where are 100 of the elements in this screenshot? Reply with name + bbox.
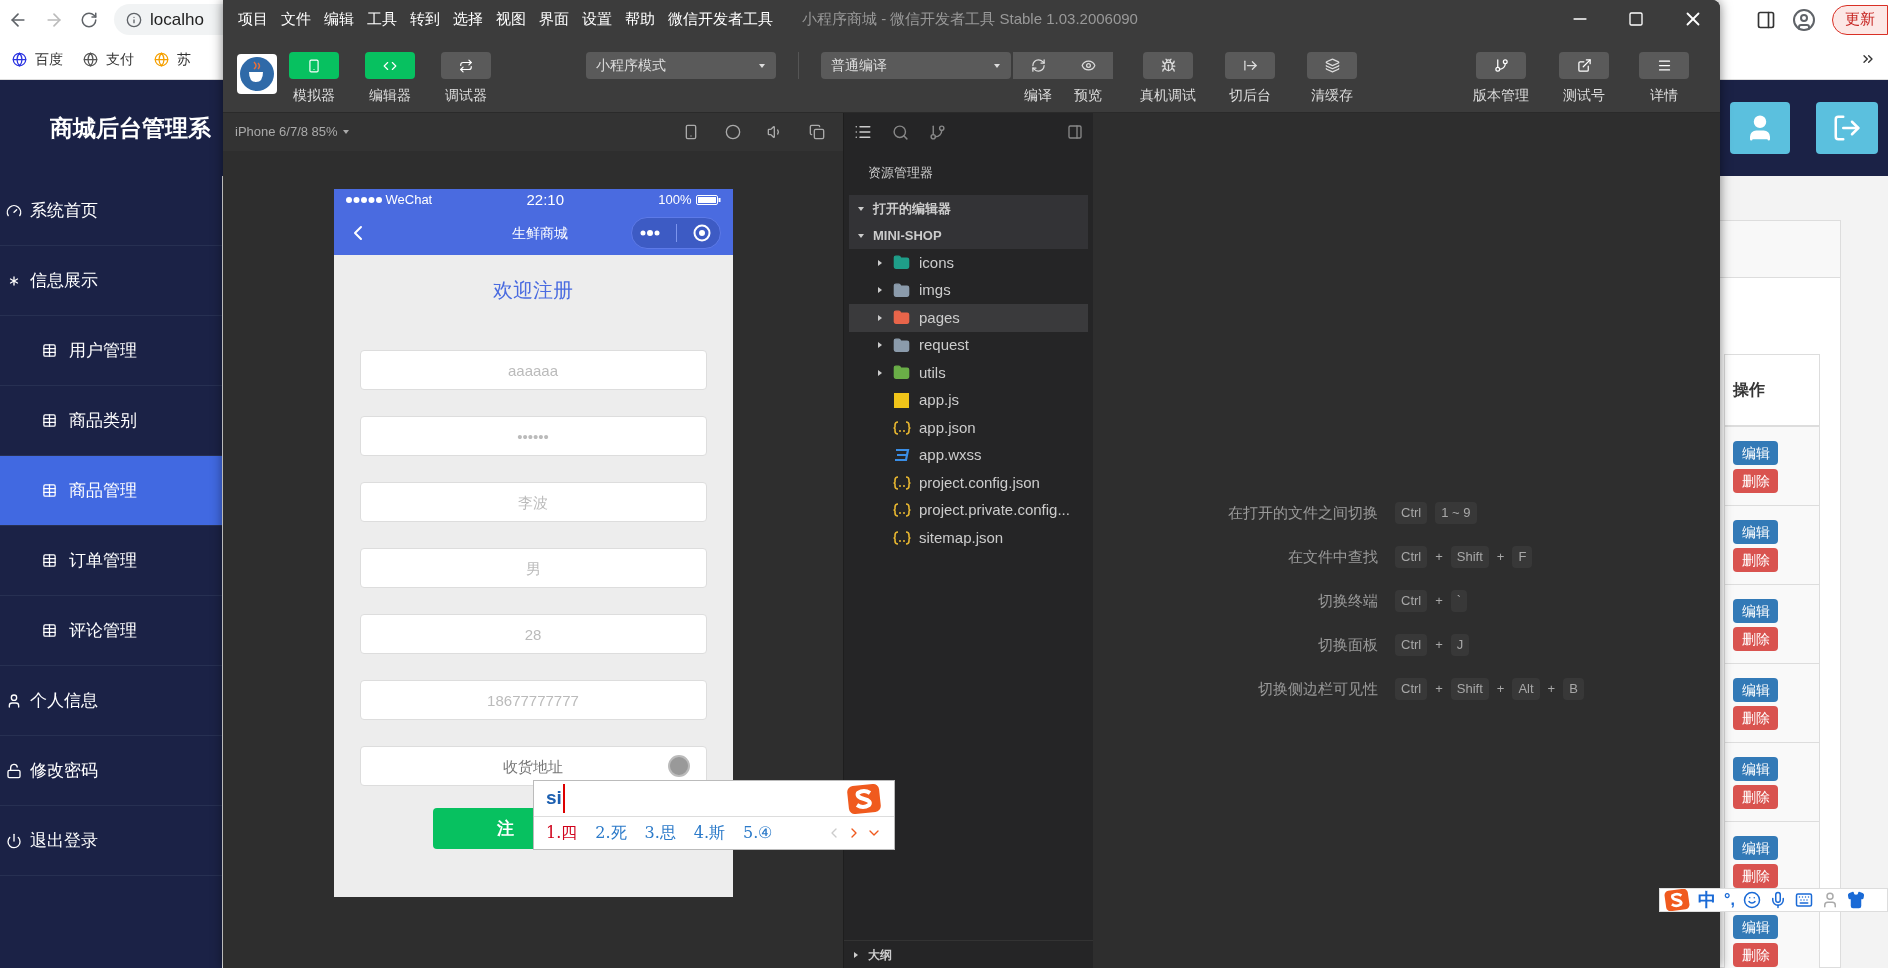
emoji-icon[interactable] xyxy=(1742,891,1761,909)
tree-item[interactable]: project.private.config... xyxy=(849,496,1088,524)
mode-select[interactable]: 小程序模式 xyxy=(586,52,776,79)
table-icon xyxy=(42,623,57,638)
sogou-logo-icon[interactable] xyxy=(1664,889,1690,911)
menu-item[interactable]: 微信开发者工具 xyxy=(668,7,773,31)
menu-item[interactable]: 文件 xyxy=(281,7,311,31)
section-header[interactable]: MINI-SHOP xyxy=(849,222,1088,249)
view-toggle-button[interactable] xyxy=(365,52,415,79)
tree-item[interactable]: app.js xyxy=(849,386,1088,414)
input-field[interactable]: 28 xyxy=(359,614,707,654)
view-toggle-button[interactable] xyxy=(289,52,339,79)
toolbar-button[interactable] xyxy=(1639,52,1689,79)
keyboard-icon[interactable] xyxy=(1794,891,1813,909)
reload-icon[interactable] xyxy=(80,10,98,29)
tree-item[interactable]: imgs xyxy=(849,276,1088,304)
bookmark[interactable]: 百度 xyxy=(12,48,63,70)
tree-item[interactable]: app.json xyxy=(849,414,1088,442)
menu-item[interactable]: 设置 xyxy=(582,7,612,31)
tree-item[interactable]: project.config.json xyxy=(849,469,1088,497)
punctuation-toggle[interactable]: °, xyxy=(1724,888,1735,912)
menu-item[interactable]: 选择 xyxy=(453,7,483,31)
input-mode-toggle[interactable]: 中 xyxy=(1698,886,1716,914)
edit-button[interactable]: 编辑 xyxy=(1733,520,1778,544)
collapse-panel-icon[interactable] xyxy=(1067,124,1083,140)
view-toggle-button[interactable] xyxy=(441,52,491,79)
menu-item[interactable]: 转到 xyxy=(410,7,440,31)
caret-icon xyxy=(758,61,766,70)
edit-button[interactable]: 编辑 xyxy=(1733,678,1778,702)
tree-item[interactable]: icons xyxy=(849,249,1088,277)
chevron-icon xyxy=(876,341,884,350)
key-cap: Alt xyxy=(1512,678,1540,700)
delete-button[interactable]: 删除 xyxy=(1733,706,1778,730)
ime-candidate[interactable]: 2.死 xyxy=(595,821,627,845)
ime-candidate[interactable]: 3.思 xyxy=(644,821,676,845)
menu-item[interactable]: 工具 xyxy=(367,7,397,31)
side-panel-icon[interactable] xyxy=(1756,9,1776,30)
shirt-icon[interactable] xyxy=(1846,891,1865,909)
section-header[interactable]: 打开的编辑器 xyxy=(849,195,1088,222)
input-field[interactable]: 18677777777 xyxy=(359,680,707,720)
menu-item[interactable]: 帮助 xyxy=(625,7,655,31)
edit-button[interactable]: 编辑 xyxy=(1733,757,1778,781)
edit-button[interactable]: 编辑 xyxy=(1733,599,1778,623)
input-field[interactable]: 李波 xyxy=(359,482,707,522)
menu-item[interactable]: 界面 xyxy=(539,7,569,31)
toolbar-button[interactable] xyxy=(1063,52,1113,79)
shortcut-label: 切换面板 xyxy=(1318,634,1378,655)
device-select[interactable]: iPhone 6/7/8 85% xyxy=(235,122,350,142)
eye-icon xyxy=(1080,58,1096,73)
delete-button[interactable]: 删除 xyxy=(1733,785,1778,809)
tree-item[interactable]: pages xyxy=(849,304,1088,332)
phone-icon[interactable] xyxy=(683,124,699,140)
toolbar-button[interactable] xyxy=(1307,52,1357,79)
compile-select[interactable]: 普通编译 xyxy=(821,52,1011,79)
address-bar[interactable]: localho xyxy=(114,4,223,35)
tree-item[interactable]: sitemap.json xyxy=(849,524,1088,552)
bookmark[interactable]: 苏 xyxy=(154,48,191,70)
delete-button[interactable]: 删除 xyxy=(1733,548,1778,572)
toolbar-button[interactable] xyxy=(1013,52,1063,79)
target-icon xyxy=(693,224,712,242)
toolbar-button[interactable] xyxy=(1143,52,1193,79)
profile-icon[interactable] xyxy=(1792,7,1816,32)
search-icon[interactable] xyxy=(892,123,909,141)
branch-icon[interactable] xyxy=(929,123,946,141)
sidebar-item[interactable]: 商品管理 xyxy=(0,456,222,526)
record-icon[interactable] xyxy=(725,124,741,140)
menu-item[interactable]: 项目 xyxy=(238,7,268,31)
edit-button[interactable]: 编辑 xyxy=(1733,441,1778,465)
toolbar-button[interactable] xyxy=(1559,52,1609,79)
tree-item[interactable]: utils xyxy=(849,359,1088,387)
outline-header[interactable]: 大纲 xyxy=(868,945,892,964)
ime-candidate[interactable]: 1.四 xyxy=(546,821,578,845)
menu-item[interactable]: 编辑 xyxy=(324,7,354,31)
ime-candidate[interactable]: 4.斯 xyxy=(693,821,726,845)
edit-button[interactable]: 编辑 xyxy=(1733,836,1778,860)
maximize-icon[interactable] xyxy=(1628,11,1644,27)
input-field[interactable]: 男 xyxy=(359,548,707,588)
globe-icon xyxy=(154,51,169,67)
input-field[interactable]: •••••• xyxy=(359,416,707,456)
tree-item[interactable]: request xyxy=(849,331,1088,359)
update-button[interactable]: 更新 xyxy=(1832,4,1888,35)
bookmark[interactable]: 支付 xyxy=(83,48,134,70)
delete-button[interactable]: 删除 xyxy=(1733,627,1778,651)
braces-icon xyxy=(892,503,911,518)
delete-button[interactable]: 删除 xyxy=(1733,943,1778,967)
files-icon[interactable] xyxy=(854,123,872,141)
capsule-button[interactable] xyxy=(630,217,721,249)
edit-button[interactable]: 编辑 xyxy=(1733,915,1778,939)
toolbar-button[interactable] xyxy=(1476,52,1526,79)
delete-button[interactable]: 删除 xyxy=(1733,469,1778,493)
ime-candidate[interactable]: 5.④ xyxy=(743,821,773,845)
input-field[interactable]: 收货地址 xyxy=(359,746,707,786)
caret-icon xyxy=(852,950,860,959)
toolbar-button[interactable] xyxy=(1225,52,1275,79)
input-field[interactable]: aaaaaa xyxy=(359,350,707,390)
delete-button[interactable]: 删除 xyxy=(1733,864,1778,888)
menu-item[interactable]: 视图 xyxy=(496,7,526,31)
dashboard-icon xyxy=(6,202,22,219)
windows-icon[interactable] xyxy=(809,124,825,140)
tree-item[interactable]: app.wxss xyxy=(849,441,1088,469)
